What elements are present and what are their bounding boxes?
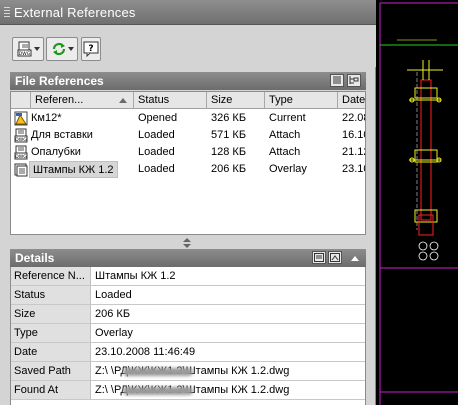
current-drawing-icon <box>14 111 28 126</box>
splitter-resize-icon[interactable] <box>183 238 191 248</box>
reference-type: Current <box>269 112 306 124</box>
attach-dwg-button[interactable]: DWG <box>12 37 44 61</box>
palette-title-bar[interactable]: External References <box>0 0 376 25</box>
reference-type: Attach <box>269 146 301 158</box>
detail-key: Status <box>11 286 91 304</box>
column-date[interactable]: Date <box>338 92 365 109</box>
reference-name: Км12* <box>31 112 62 124</box>
file-reference-row[interactable]: DWG Для вставки Loaded 571 КБ Attach 16.… <box>11 127 365 144</box>
sort-ascending-icon <box>119 98 127 103</box>
reference-status: Loaded <box>138 163 175 175</box>
palette-title: External References <box>14 5 136 20</box>
file-references-column-header: Referen... Status Size Type Date <box>11 92 365 109</box>
help-button[interactable]: ? <box>81 37 101 61</box>
file-reference-row-selected[interactable]: Штампы КЖ 1.2 Loaded 206 КБ Overlay 23.1… <box>11 161 365 178</box>
refresh-icon <box>52 42 66 56</box>
detail-row: Reference N... Штампы КЖ 1.2 <box>11 267 365 286</box>
file-reference-row[interactable]: Км12* Opened 326 КБ Current 22.08. <box>11 110 365 127</box>
external-references-palette: External References DWG ? File Reference… <box>0 0 376 405</box>
list-view-icon <box>333 76 341 84</box>
detail-value: 206 КБ <box>95 308 131 320</box>
reference-type: Overlay <box>269 163 307 175</box>
dwg-file-icon: DWG <box>14 145 28 160</box>
reference-size: 326 КБ <box>211 112 247 124</box>
file-references-list[interactable]: Referen... Status Size Type Date Км12* O… <box>10 91 366 235</box>
dwg-file-icon: DWG <box>14 128 28 143</box>
column-status[interactable]: Status <box>134 92 207 109</box>
overlay-file-icon <box>14 163 28 177</box>
reference-type: Attach <box>269 129 301 141</box>
preview-icon <box>330 253 340 262</box>
svg-text:DWG: DWG <box>19 51 31 57</box>
detail-row: Found At Z:\ \РД\КЖ\КЖ1.2\Штампы КЖ 1.2.… <box>11 381 365 400</box>
reference-date: 16.10. <box>342 129 365 141</box>
detail-key: Reference N... <box>11 267 91 285</box>
column-type[interactable]: Type <box>265 92 338 109</box>
file-references-header[interactable]: File References <box>10 72 366 90</box>
svg-text:DWG: DWG <box>15 154 27 160</box>
detail-value: Loaded <box>95 289 132 301</box>
attach-dwg-icon: DWG <box>17 41 32 57</box>
column-size[interactable]: Size <box>207 92 265 109</box>
detail-key: Found At <box>11 381 91 399</box>
details-view-button[interactable] <box>312 251 326 264</box>
reference-name: Штампы КЖ 1.2 <box>29 161 118 178</box>
list-view-button[interactable] <box>330 74 344 87</box>
reference-size: 206 КБ <box>211 163 247 175</box>
reference-status: Loaded <box>138 146 175 158</box>
column-reference-name[interactable]: Referen... <box>31 92 134 109</box>
details-table: Reference N... Штампы КЖ 1.2 Status Load… <box>10 267 366 405</box>
reference-size: 571 КБ <box>211 129 247 141</box>
reference-name: Опалубки <box>31 146 81 158</box>
redacted-path-segment <box>123 387 193 395</box>
detail-row: Size 206 КБ <box>11 305 365 324</box>
details-header[interactable]: Details <box>10 249 366 267</box>
detail-row: Type Overlay <box>11 324 365 343</box>
drawing-canvas[interactable] <box>377 0 458 405</box>
help-icon: ? <box>83 41 99 57</box>
collapse-section-icon[interactable] <box>350 254 360 262</box>
reference-status: Opened <box>138 112 178 124</box>
reference-name: Для вставки <box>31 129 93 141</box>
preview-view-button[interactable] <box>328 251 342 264</box>
tree-view-icon <box>349 76 359 84</box>
detail-value: 23.10.2008 11:46:49 <box>95 346 196 358</box>
reference-date: 22.08. <box>342 112 365 124</box>
file-references-title: File References <box>15 74 104 88</box>
grip-icon[interactable] <box>4 7 10 18</box>
detail-key: Size <box>11 305 91 323</box>
reference-status: Loaded <box>138 129 175 141</box>
xref-toolbar: DWG ? <box>0 25 376 67</box>
detail-row: Status Loaded <box>11 286 365 305</box>
detail-key: Type <box>11 324 91 342</box>
tree-view-button[interactable] <box>347 74 361 87</box>
detail-value[interactable]: Штампы КЖ 1.2 <box>95 270 176 282</box>
reference-size: 128 КБ <box>211 146 247 158</box>
detail-key: Saved Path <box>11 362 91 380</box>
redacted-path-segment <box>123 368 193 376</box>
detail-row: Date 23.10.2008 11:46:49 <box>11 343 365 362</box>
reference-date: 23.10. <box>342 163 365 175</box>
details-view-icon <box>314 253 324 262</box>
drawing-canvas-graphics <box>379 2 458 405</box>
file-reference-row[interactable]: DWG Опалубки Loaded 128 КБ Attach 21.12. <box>11 144 365 161</box>
reference-date: 21.12. <box>342 146 365 158</box>
svg-text:?: ? <box>88 44 93 54</box>
detail-value[interactable]: Overlay <box>95 327 133 339</box>
refresh-button[interactable] <box>46 37 78 61</box>
detail-key: Date <box>11 343 91 361</box>
svg-text:DWG: DWG <box>15 137 27 143</box>
detail-row: Saved Path Z:\ \РД\КЖ\КЖ1.2\Штампы КЖ 1.… <box>11 362 365 381</box>
details-title: Details <box>15 251 55 265</box>
